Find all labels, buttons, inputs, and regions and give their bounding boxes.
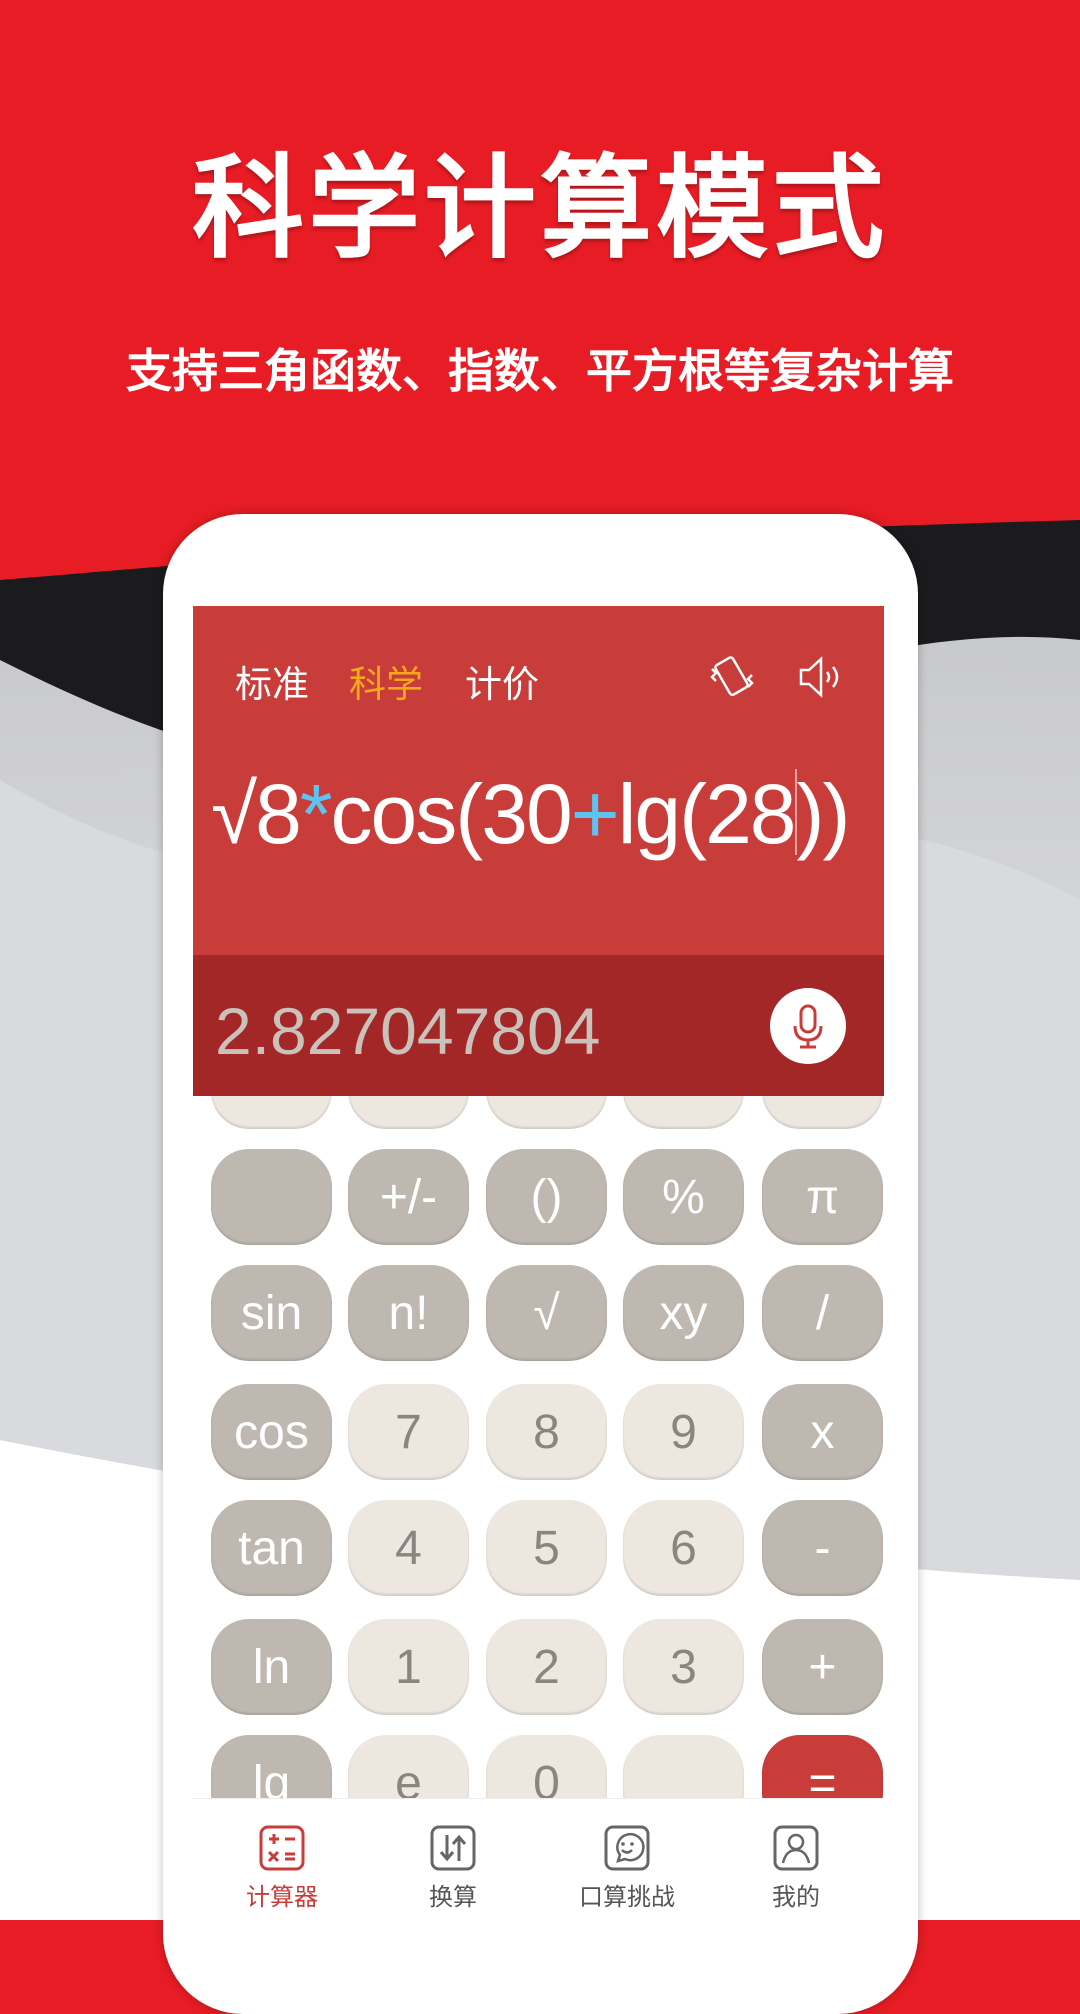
speaker-icon[interactable] bbox=[793, 651, 845, 703]
keypad-key[interactable]: n! bbox=[348, 1265, 469, 1361]
result-value: 2.827047804 bbox=[215, 994, 601, 1068]
keypad-key[interactable]: 9 bbox=[623, 1384, 744, 1480]
keypad-key[interactable]: + bbox=[762, 1619, 883, 1715]
user-icon bbox=[773, 1825, 819, 1871]
calculator-icon bbox=[259, 1825, 305, 1871]
keypad-key[interactable]: 2 bbox=[486, 1619, 607, 1715]
keypad-key[interactable]: √ bbox=[486, 1265, 607, 1361]
keypad-key[interactable]: +/- bbox=[348, 1149, 469, 1245]
keypad-key[interactable]: x bbox=[762, 1384, 883, 1480]
keypad-key[interactable]: 6 bbox=[623, 1500, 744, 1596]
bottom-nav: 计算器 换算 口算挑战 我的 bbox=[193, 1798, 884, 1920]
tab-scientific[interactable]: 科学 bbox=[349, 654, 423, 708]
keypad-key[interactable]: 8 bbox=[486, 1384, 607, 1480]
keypad-key[interactable]: () bbox=[486, 1149, 607, 1245]
promo-subtitle: 支持三角函数、指数、平方根等复杂计算 bbox=[126, 344, 954, 398]
nav-label: 换算 bbox=[429, 1883, 477, 1911]
convert-icon bbox=[430, 1825, 476, 1871]
app-screen: +/-()% π sin n! √ xy / cos 7 8 9 x tan 4 5 6- ln 1 2 3 + lg e 0… bbox=[193, 551, 884, 1920]
expr-part: lg(28 bbox=[617, 767, 797, 861]
nav-profile[interactable]: 我的 bbox=[716, 1799, 876, 1920]
expression-display[interactable]: √8*cos(30+lg(28)) bbox=[211, 766, 851, 863]
vibrate-icon[interactable] bbox=[706, 651, 758, 703]
promo-headline: 科学计算模式 bbox=[192, 144, 888, 274]
microphone-icon bbox=[793, 1004, 823, 1049]
nav-mental-math[interactable]: 口算挑战 bbox=[547, 1799, 707, 1920]
voice-input-button[interactable] bbox=[770, 988, 846, 1064]
nav-label: 我的 bbox=[772, 1883, 820, 1911]
keypad-key[interactable]: / bbox=[762, 1265, 883, 1361]
keypad-key[interactable]: ln bbox=[211, 1619, 332, 1715]
expr-part: cos(30 bbox=[330, 767, 573, 861]
nav-calculator[interactable]: 计算器 bbox=[202, 1799, 362, 1920]
keypad-key[interactable]: tan bbox=[211, 1500, 332, 1596]
keypad-key[interactable] bbox=[211, 1149, 332, 1245]
keypad-key[interactable]: 4 bbox=[348, 1500, 469, 1596]
keypad-key[interactable]: 5 bbox=[486, 1500, 607, 1596]
keypad-key[interactable]: 1 bbox=[348, 1619, 469, 1715]
nav-label: 口算挑战 bbox=[579, 1883, 675, 1911]
keypad-key[interactable]: xy bbox=[623, 1265, 744, 1361]
nav-label: 计算器 bbox=[246, 1883, 318, 1911]
calculator-header: 标准 科学 计价 √8*cos(30+lg(28)) bbox=[193, 606, 884, 955]
keypad-key[interactable]: - bbox=[762, 1500, 883, 1596]
expr-operator: * bbox=[299, 767, 333, 861]
keypad-key[interactable]: 3 bbox=[623, 1619, 744, 1715]
expr-operator: + bbox=[570, 767, 620, 861]
keypad-key[interactable]: cos bbox=[211, 1384, 332, 1480]
expr-part: )) bbox=[796, 767, 851, 861]
keypad-key[interactable]: 7 bbox=[348, 1384, 469, 1480]
keypad-key[interactable]: % bbox=[623, 1149, 744, 1245]
expr-part: √8 bbox=[211, 767, 302, 861]
tab-standard[interactable]: 标准 bbox=[235, 654, 309, 708]
tab-pricing[interactable]: 计价 bbox=[465, 654, 539, 708]
result-bar: 2.827047804 bbox=[193, 955, 884, 1096]
nav-convert[interactable]: 换算 bbox=[373, 1799, 533, 1920]
smiley-chat-icon bbox=[604, 1825, 650, 1871]
keypad-key[interactable]: π bbox=[762, 1149, 883, 1245]
keypad-key[interactable]: sin bbox=[211, 1265, 332, 1361]
